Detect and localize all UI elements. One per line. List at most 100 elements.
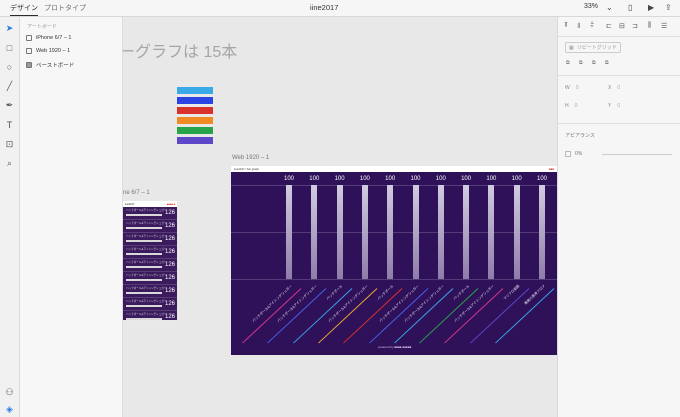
row-bar (126, 318, 162, 320)
row-value: 126 (164, 275, 175, 281)
row-bar (126, 214, 162, 216)
category-accent-line (242, 288, 302, 344)
row-label: バッチポール&アイシングシュガー (126, 209, 167, 212)
artboard-icon[interactable]: ⊡ (4, 139, 15, 150)
y-label: Y (608, 103, 612, 109)
mobile-preview-icon[interactable]: ▯ (628, 3, 632, 12)
iphone-artboard-label[interactable]: ne 6/7 – 1 (123, 190, 150, 196)
opacity-slider[interactable] (602, 154, 672, 155)
divider (558, 75, 680, 76)
list-item: バッチポール&アイシングシュガー 126 (123, 233, 177, 246)
bar-value-label: 100 (511, 176, 522, 182)
color-swatch[interactable] (177, 127, 213, 134)
tab-prototype[interactable]: プロトタイプ (44, 3, 86, 13)
color-swatch[interactable] (177, 107, 213, 114)
color-swatch[interactable] (177, 87, 213, 94)
x-field[interactable]: X0 (608, 85, 620, 91)
row-value: 126 (164, 249, 175, 255)
row-label: バッチポール&アイシングシュガー (126, 261, 167, 264)
align-middle-icon[interactable]: ⫫ (577, 22, 581, 30)
repeat-grid-button[interactable]: ▦ リピートグリッド (565, 42, 621, 53)
color-swatch[interactable] (177, 117, 213, 124)
align-right-icon[interactable]: ⊐ (632, 22, 638, 30)
align-bottom-icon[interactable]: ⫩ (590, 22, 594, 30)
row-value: 126 (164, 314, 175, 320)
boolean-add-icon[interactable]: ⧉ (566, 60, 570, 66)
align-center-icon[interactable]: ⊟ (619, 22, 625, 30)
chevron-down-icon[interactable]: ⌄ (606, 3, 613, 12)
y-field[interactable]: Y0 (608, 103, 620, 109)
layers-icon[interactable]: ◈ (4, 404, 15, 415)
distribute-vertical-icon[interactable]: ☰ (661, 22, 667, 30)
layer-item-pasteboard[interactable]: ペーストボード (26, 61, 74, 69)
row-value: 126 (164, 301, 175, 307)
symbols-icon[interactable]: ⚇ (4, 387, 15, 398)
top-bar: デザイン プロトタイプ iine2017 33% ⌄ ▯ ▶ ⇪ (0, 0, 680, 17)
boolean-exclude-icon[interactable]: ⧉ (605, 60, 609, 66)
canvas[interactable]: ーグラフは 15本 ne 6/7 – 1 iine2017 ■■■■ ■ バッチ… (123, 17, 557, 417)
opacity-value[interactable]: 0% (575, 151, 582, 157)
align-top-icon[interactable]: ⫪ (564, 22, 568, 30)
web-artboard-label[interactable]: Web 1920 – 1 (232, 155, 269, 161)
line-icon[interactable]: ╱ (4, 81, 15, 92)
color-swatch[interactable] (177, 137, 213, 144)
pen-icon[interactable]: ✒ (4, 100, 15, 111)
bar-value-label: 100 (385, 176, 396, 182)
ellipse-icon[interactable]: ○ (4, 62, 15, 73)
share-icon[interactable]: ⇪ (665, 3, 672, 12)
grid-line (231, 185, 557, 186)
boolean-intersect-icon[interactable]: ⧉ (592, 60, 596, 66)
bar (412, 185, 419, 279)
layer-item-web[interactable]: Web 1920 – 1 (26, 48, 70, 54)
distribute-horizontal-icon[interactable]: ⫼ (648, 22, 651, 30)
iphone-artboard[interactable]: iine2017 ■■■■ ■ バッチポール&アイシングシュガー 126 バッチポー… (123, 201, 177, 324)
x-label: X (608, 85, 612, 91)
grid-line (231, 232, 557, 233)
bar-value-label: 100 (486, 176, 497, 182)
row-bar (126, 305, 162, 307)
layers-panel: アートボード iPhone 6/7 – 1 Web 1920 – 1 ペーストボ… (20, 17, 123, 417)
text-icon[interactable]: T (4, 120, 15, 131)
row-value: 126 (164, 262, 175, 268)
appearance-header: アピアランス (565, 133, 595, 139)
width-label: W (565, 85, 570, 91)
rectangle-icon[interactable]: □ (4, 43, 15, 54)
list-item: バッチポール&アイシングシュガー 126 (123, 298, 177, 311)
layer-label: iPhone 6/7 – 1 (36, 35, 72, 41)
layer-label: ペーストボード (36, 63, 75, 69)
bar-value-label: 100 (359, 176, 370, 182)
powered-by-text: powered by ■■■■ ■■■■■ (378, 345, 412, 349)
web-header-right: ■■■ (548, 167, 554, 171)
width-value: 0 (575, 85, 579, 91)
zoom-level[interactable]: 33% (584, 3, 598, 10)
y-value: 0 (617, 103, 621, 109)
canvas-heading-text[interactable]: ーグラフは 15本 (123, 38, 237, 62)
height-field[interactable]: H0 (565, 103, 577, 109)
row-bar (126, 292, 162, 294)
bar-value-label: 100 (334, 176, 345, 182)
row-bar (126, 266, 162, 268)
bar (311, 185, 318, 279)
zoom-icon[interactable]: ⌕ (4, 158, 15, 169)
bar (437, 185, 444, 279)
boolean-subtract-icon[interactable]: ⧉ (579, 60, 583, 66)
bar (539, 185, 545, 279)
color-swatch[interactable] (177, 97, 213, 104)
opacity-icon (565, 151, 571, 157)
align-left-icon[interactable]: ⊏ (606, 22, 612, 30)
width-field[interactable]: W0 (565, 85, 579, 91)
grid-icon: ▦ (569, 44, 574, 51)
select-icon[interactable]: ➤ (4, 23, 15, 34)
tab-design[interactable]: デザイン (10, 3, 38, 16)
bar-value-label: 100 (435, 176, 446, 182)
web-artboard[interactable]: iine2017 / bar graph ■■■ 100 バッチポール&アイシング… (231, 166, 557, 355)
bar (387, 185, 394, 279)
play-icon[interactable]: ▶ (648, 3, 654, 12)
list-item: バッチポール&アイシングシュガー 126 (123, 246, 177, 259)
row-value: 126 (164, 223, 175, 229)
row-label: バッチポール&アイシングシュガー (126, 300, 167, 303)
layer-item-iphone[interactable]: iPhone 6/7 – 1 (26, 35, 71, 41)
row-label: バッチポール&アイシングシュガー (126, 235, 167, 238)
row-bar (126, 227, 162, 229)
list-item: バッチポール&アイシングシュガー 126 (123, 285, 177, 298)
